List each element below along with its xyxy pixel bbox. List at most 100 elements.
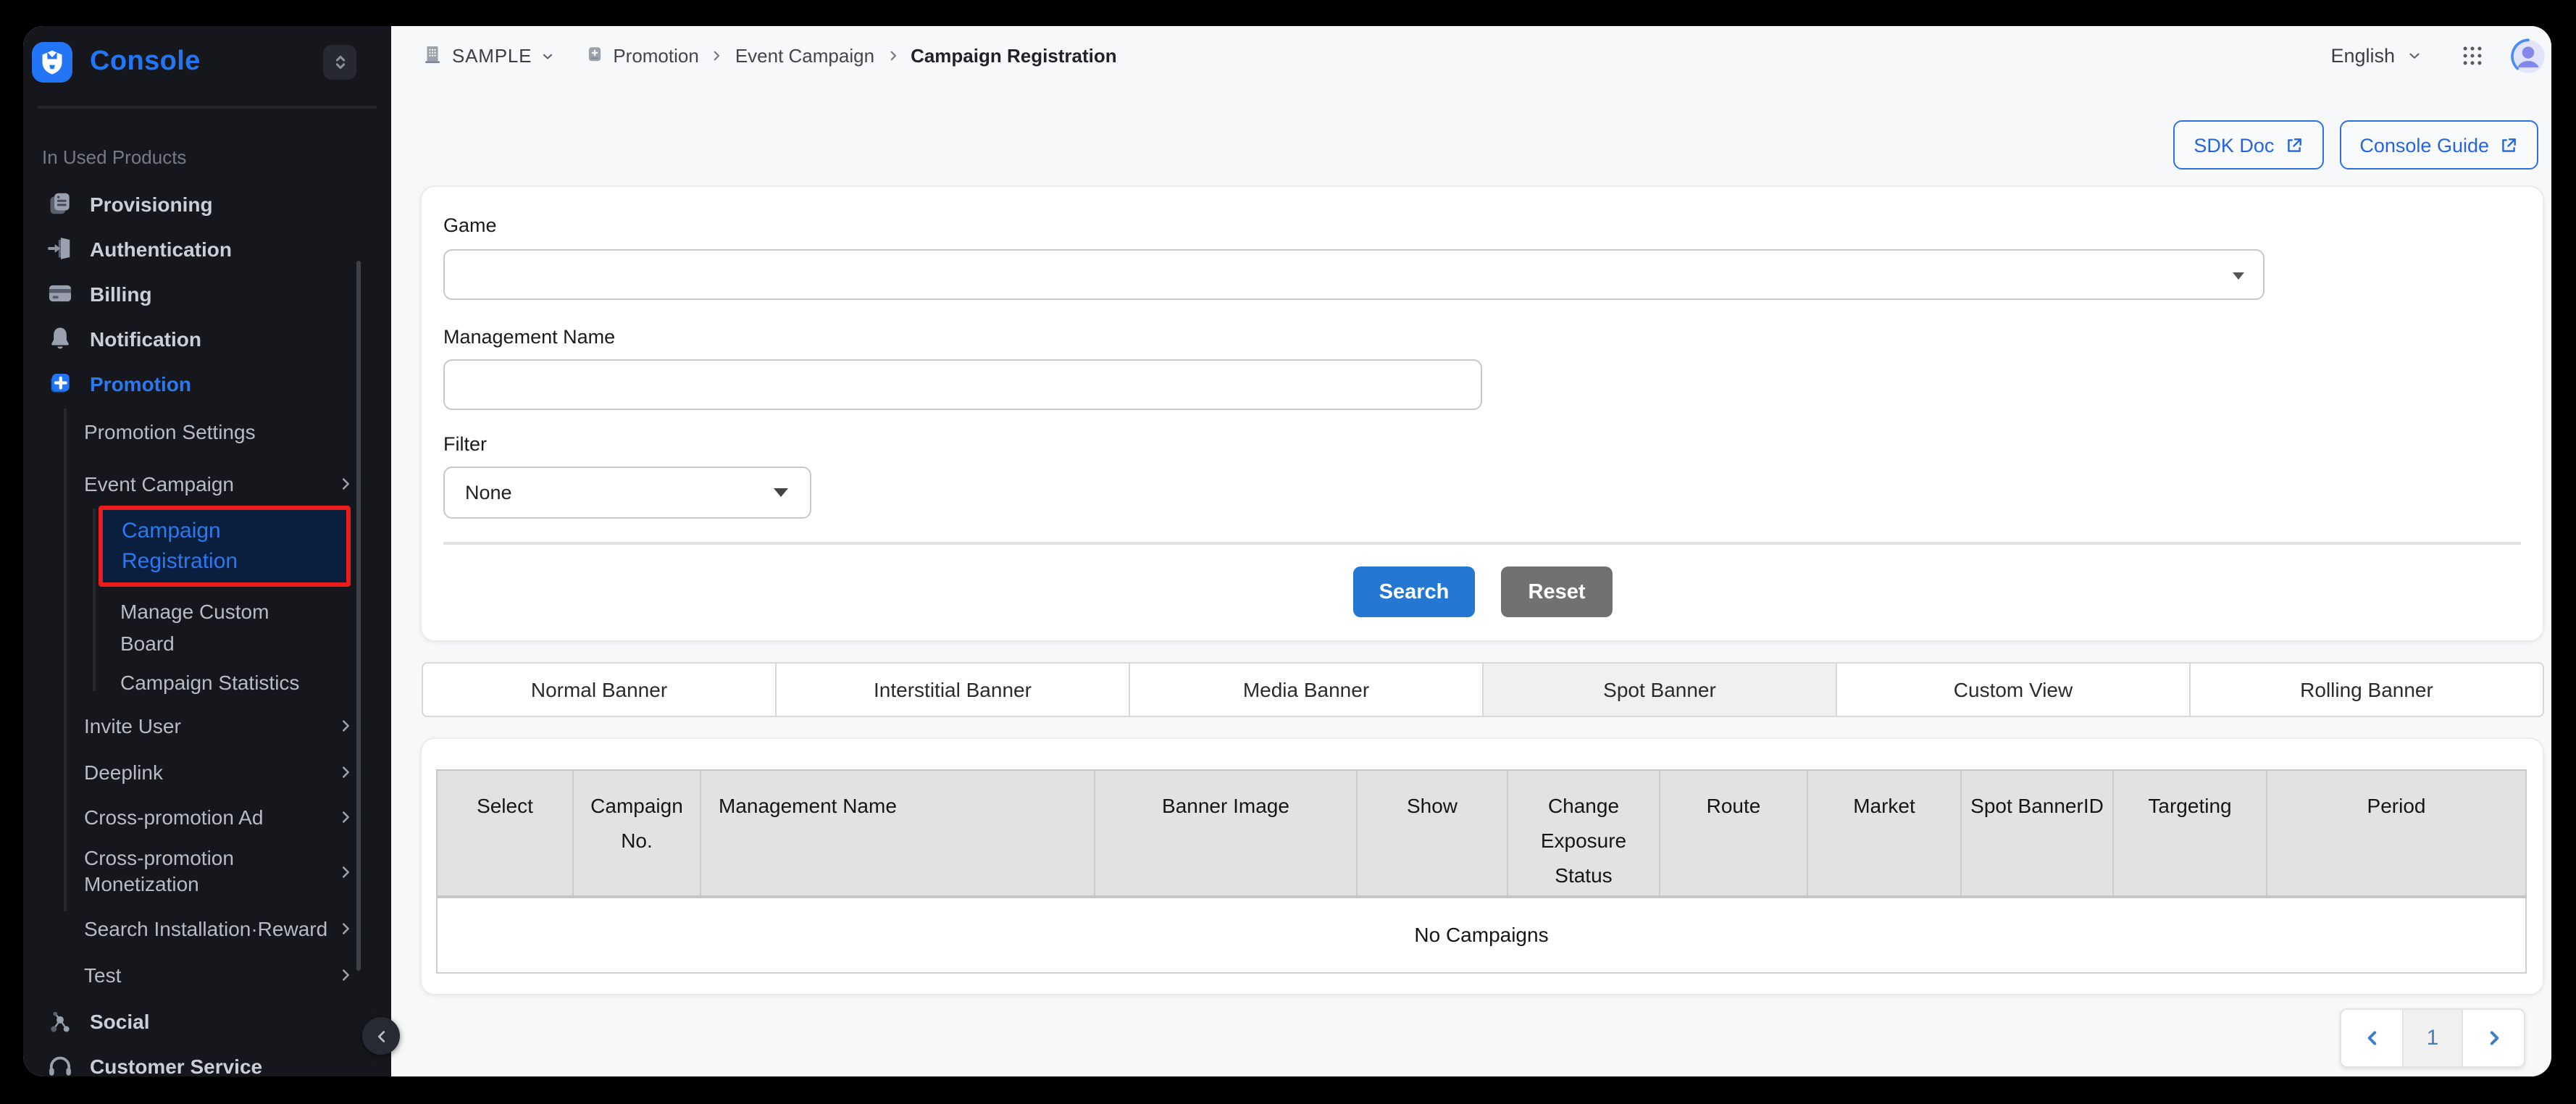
tab-rolling-banner[interactable]: Rolling Banner [2189,662,2544,717]
table-empty-row: No Campaigns [437,896,2526,973]
sidebar-item-provisioning[interactable]: Provisioning [23,181,391,226]
credit-card-icon [46,280,74,307]
sidebar-scrollbar[interactable] [356,261,361,971]
tab-normal-banner[interactable]: Normal Banner [422,662,777,717]
sidebar-item-billing[interactable]: Billing [23,271,391,316]
chevron-right-icon [886,49,899,62]
console-logo-icon [32,42,72,83]
sidebar-item-label: Customer Service [90,1055,262,1076]
campaign-table-card: Select Campaign No. Management Name Bann… [420,737,2544,995]
game-label: Game [443,214,497,236]
tab-interstitial-banner[interactable]: Interstitial Banner [775,662,1130,717]
chevron-down-icon[interactable] [540,49,555,63]
chevron-right-icon [338,809,354,825]
sidebar-item-label: Provisioning [90,192,213,215]
chevron-right-icon [2484,1029,2503,1047]
login-door-icon [46,235,74,262]
top-right-cluster: English [2330,26,2547,85]
chevron-right-icon [338,764,354,780]
workspace-name[interactable]: SAMPLE [452,45,532,67]
col-targeting: Targeting [2113,770,2267,896]
sidebar-divider [38,106,377,109]
col-banner-image: Banner Image [1095,770,1357,896]
breadcrumb: SAMPLE Promotion Event Campaign [422,43,1117,69]
sidebar-item-label: Billing [90,282,152,305]
sidebar-item-authentication[interactable]: Authentication [23,226,391,271]
banner-tabs: Normal Banner Interstitial Banner Media … [422,662,2544,717]
bell-icon [46,325,74,352]
game-select[interactable] [443,249,2265,300]
sidebar-item-notification[interactable]: Notification [23,316,391,361]
col-show: Show [1357,770,1507,896]
col-select: Select [437,770,573,896]
filter-select[interactable]: None [443,467,811,519]
previous-page-button[interactable] [2341,1010,2402,1066]
campaign-table: Select Campaign No. Management Name Bann… [436,769,2527,974]
reset-button[interactable]: Reset [1501,566,1613,617]
col-campaign-no: Campaign No. [573,770,701,896]
apps-grid-icon[interactable] [2460,43,2485,68]
sidebar-item-manage-custom-board[interactable]: Manage Custom Board [84,595,275,659]
col-route: Route [1660,770,1807,896]
current-page[interactable]: 1 [2402,1010,2463,1066]
breadcrumb-level2[interactable]: Event Campaign [735,45,874,67]
language-selector[interactable]: English [2330,45,2395,67]
pagination: 1 [2340,1008,2525,1068]
sidebar-item-campaign-statistics[interactable]: Campaign Statistics [84,665,391,700]
col-management-name: Management Name [701,770,1095,896]
col-market: Market [1807,770,1961,896]
tab-custom-view[interactable]: Custom View [1836,662,2191,717]
sidebar-menu: Provisioning Authentication Billing [23,181,391,1076]
chevron-down-icon[interactable] [2406,48,2422,64]
shield-icon [39,49,65,75]
headset-icon [46,1053,74,1076]
share-nodes-icon [46,1008,74,1035]
sidebar-item-cross-promotion-monetization[interactable]: Cross-promotion Monetization [84,846,391,897]
workspace-switcher-button[interactable] [323,45,356,80]
chevron-left-icon [373,1028,389,1044]
management-name-label: Management Name [443,326,615,348]
external-link-icon [2499,135,2518,154]
chevron-left-icon [2362,1029,2381,1047]
next-page-button[interactable] [2463,1010,2524,1066]
sidebar-item-cross-promotion-ad[interactable]: Cross-promotion Ad [84,797,391,837]
search-button[interactable]: Search [1353,566,1475,617]
stacked-notes-icon [46,190,74,217]
main-area: SAMPLE Promotion Event Campaign [391,26,2551,1076]
user-avatar[interactable] [2509,37,2547,75]
sidebar-item-promotion[interactable]: Promotion [23,361,391,406]
sidebar-item-deeplink[interactable]: Deeplink [84,752,391,793]
sidebar-item-label: Notification [90,327,201,350]
empty-message: No Campaigns [437,896,2526,973]
console-logo-title: Console [90,46,201,78]
management-name-input[interactable] [443,359,1482,410]
top-bar: SAMPLE Promotion Event Campaign [391,26,2551,85]
sidebar-item-social[interactable]: Social [23,1001,391,1042]
screen: Console In Used Products Provisioning [0,0,2576,1104]
app-window: Console In Used Products Provisioning [23,26,2551,1076]
sdk-doc-button[interactable]: SDK Doc [2173,120,2323,170]
sidebar-item-customer-service[interactable]: Customer Service [23,1046,391,1076]
sidebar-item-invite-user[interactable]: Invite User [84,706,391,746]
console-guide-button[interactable]: Console Guide [2339,120,2538,170]
filter-label: Filter [443,433,487,455]
event-campaign-submenu: Campaign Registration Manage Custom Boar… [84,506,391,700]
caret-down-icon [774,488,788,497]
sidebar-item-search-installation-reward[interactable]: Search Installation·Reward [84,908,391,949]
sidebar-item-promotion-settings[interactable]: Promotion Settings [84,406,391,458]
sidebar-item-label: Promotion [90,372,191,395]
form-divider [443,542,2521,545]
building-icon [422,43,443,69]
plus-badge-icon [46,369,74,397]
promotion-submenu: Promotion Settings Event Campaign Campai… [23,406,391,995]
sidebar-collapse-button[interactable] [362,1017,400,1055]
sidebar-item-test[interactable]: Test [84,955,391,995]
tab-media-banner[interactable]: Media Banner [1129,662,1484,717]
breadcrumb-product[interactable]: Promotion [613,45,699,67]
sidebar-item-event-campaign[interactable]: Event Campaign [84,458,391,509]
sidebar-section-label: In Used Products [42,146,186,168]
up-down-chevrons-icon [330,51,350,74]
sidebar-item-campaign-registration[interactable]: Campaign Registration [99,506,351,587]
tab-spot-banner[interactable]: Spot Banner [1482,662,1837,717]
chevron-right-icon [338,863,354,879]
